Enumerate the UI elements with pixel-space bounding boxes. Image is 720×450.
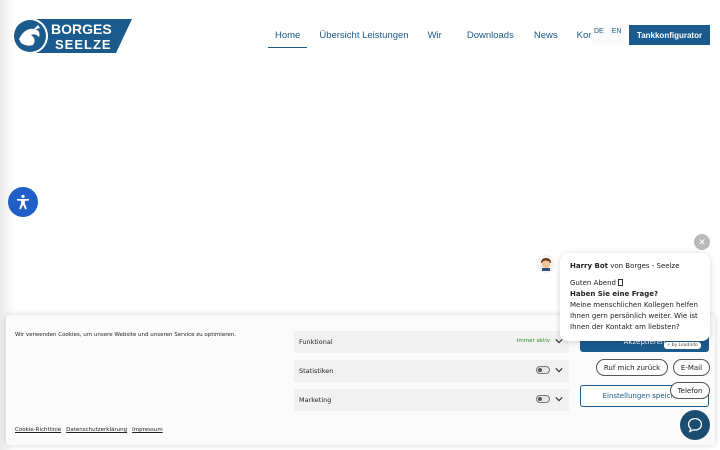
category-label: Funktional <box>299 338 333 346</box>
chat-launcher-button[interactable] <box>680 410 710 440</box>
privacy-link[interactable]: Datenschutzerklärung <box>66 427 127 433</box>
brand-line1: BORGES <box>51 21 112 37</box>
chat-bubble: Harry Bot von Borges - Seelze Guten Aben… <box>560 253 710 341</box>
bot-face-icon <box>541 258 551 271</box>
cookie-policy-link[interactable]: Cookie-Richtlinie <box>15 427 61 433</box>
leadinfo-badge: ⚡ by Leadinfo <box>664 342 701 349</box>
always-active-label: Immer aktiv <box>516 338 550 344</box>
cookie-category-statistiken[interactable]: Statistiken <box>294 360 569 382</box>
accessibility-button[interactable] <box>8 187 38 217</box>
chat-header: Harry Bot von Borges - Seelze <box>570 262 700 270</box>
category-label: Marketing <box>299 396 332 404</box>
email-reply-button[interactable]: E-Mail <box>673 359 710 376</box>
cookie-message: Wir verwenden Cookies, um unsere Website… <box>15 332 236 338</box>
nav-home[interactable]: Home <box>268 28 308 48</box>
brand-logo[interactable]: BORGES SEELZE <box>11 17 132 55</box>
lang-de[interactable]: DE <box>594 28 604 35</box>
chat-bubble-icon <box>687 417 703 433</box>
statistiken-toggle[interactable] <box>536 366 550 374</box>
chevron-down-icon <box>555 397 563 402</box>
chat-message: Meine menschlichen Kollegen helfen Ihnen… <box>570 301 698 331</box>
nav-leistungen[interactable]: Übersicht Leistungen <box>312 28 415 48</box>
imprint-link[interactable]: Impressum <box>132 427 163 433</box>
callback-reply-button[interactable]: Ruf mich zurück <box>596 359 668 376</box>
chevron-down-icon <box>555 368 563 373</box>
close-icon: ✕ <box>698 236 706 247</box>
cookie-links: Cookie-Richtlinie Datenschutzerklärung I… <box>15 427 163 433</box>
language-options: DE EN <box>594 28 621 35</box>
chat-question: Haben Sie eine Frage? <box>570 290 659 298</box>
accessibility-icon <box>17 194 29 210</box>
cookie-category-funktional[interactable]: Funktional Immer aktiv <box>294 331 569 353</box>
phone-reply-button[interactable]: Telefon <box>670 382 710 399</box>
nav-news[interactable]: News <box>527 28 565 48</box>
cookie-category-marketing[interactable]: Marketing <box>294 389 569 411</box>
brand-line2: SEELZE <box>55 37 112 52</box>
bot-name: Harry Bot <box>570 262 608 270</box>
category-label: Statistiken <box>299 367 334 375</box>
nav-wir[interactable]: Wir <box>421 28 449 48</box>
lang-en[interactable]: EN <box>612 28 622 35</box>
bot-source: von Borges - Seelze <box>610 262 680 270</box>
chat-greeting: Guten Abend <box>570 278 700 289</box>
main-nav: Home Übersicht Leistungen Wir Downloads … <box>268 28 616 48</box>
bot-avatar <box>537 255 555 273</box>
nav-downloads[interactable]: Downloads <box>460 28 521 48</box>
chat-close-button[interactable]: ✕ <box>694 234 710 250</box>
tankkonfigurator-button[interactable]: Tankkonfigurator <box>629 25 710 45</box>
marketing-toggle[interactable] <box>536 395 550 403</box>
wave-icon <box>618 279 624 286</box>
